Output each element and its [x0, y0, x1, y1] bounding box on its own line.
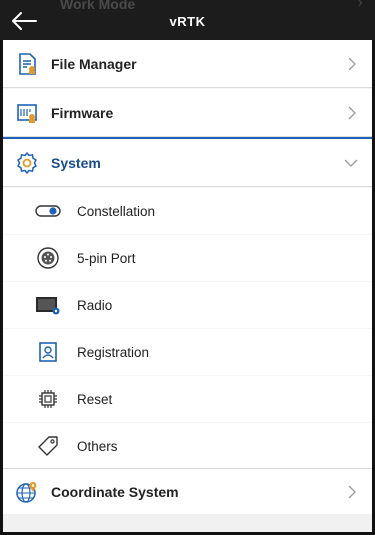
- submenu-item-5-pin-port[interactable]: 5-pin Port: [3, 235, 372, 281]
- submenu-item-registration[interactable]: Registration: [3, 329, 372, 375]
- submenu-label: Constellation: [77, 203, 156, 219]
- submenu-item-others[interactable]: Others: [3, 423, 372, 469]
- menu-item-file-manager[interactable]: File Manager: [3, 40, 372, 88]
- menu-item-coordinate-system[interactable]: Coordinate System: [3, 468, 372, 516]
- submenu-label: 5-pin Port: [77, 250, 136, 266]
- radio-icon: [35, 294, 61, 316]
- gear-icon: [17, 151, 37, 174]
- chip-icon: [35, 388, 61, 410]
- ghost-title: Work Mode: [60, 0, 136, 12]
- bottom-padding: [3, 514, 372, 532]
- chevron-down-icon: [344, 159, 358, 167]
- submenu-label: Registration: [77, 344, 150, 360]
- submenu-label: Others: [77, 438, 118, 454]
- chevron-right-icon: [348, 57, 356, 70]
- menu-label: System: [51, 154, 101, 171]
- top-bar: Work Mode › vRTK: [0, 0, 375, 40]
- firmware-icon: [17, 103, 37, 123]
- toggle-icon: [35, 200, 61, 222]
- port-connector-icon: [35, 247, 61, 269]
- submenu-label: Reset: [77, 391, 113, 407]
- page-title: vRTK: [169, 14, 206, 29]
- submenu-item-radio[interactable]: Radio: [3, 282, 372, 328]
- tag-icon: [35, 435, 61, 457]
- file-manager-icon: [19, 52, 36, 75]
- menu-label: Firmware: [51, 104, 114, 121]
- registration-icon: [35, 341, 61, 363]
- menu-item-system[interactable]: System: [3, 139, 372, 187]
- chevron-right-icon: [348, 485, 356, 499]
- submenu-item-constellation[interactable]: Constellation: [3, 188, 372, 234]
- menu-label: Coordinate System: [51, 484, 179, 500]
- submenu-item-reset[interactable]: Reset: [3, 376, 372, 422]
- chevron-right-icon: [348, 106, 356, 119]
- ghost-chevron-icon: ›: [357, 0, 363, 11]
- menu-label: File Manager: [51, 55, 137, 72]
- globe-icon: [16, 482, 37, 503]
- submenu-label: Radio: [77, 297, 113, 313]
- menu-item-firmware[interactable]: Firmware: [3, 89, 372, 137]
